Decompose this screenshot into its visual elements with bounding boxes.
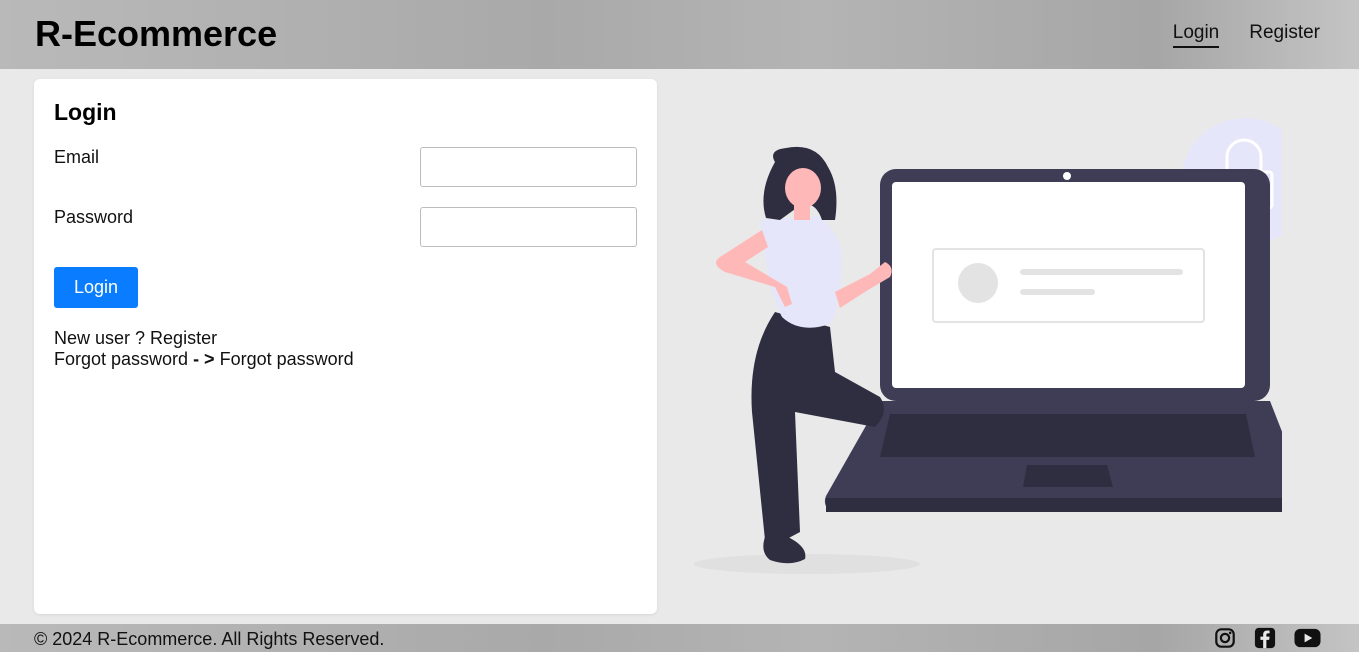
youtube-icon[interactable] bbox=[1294, 628, 1321, 648]
brand-logo-text[interactable]: R-Ecommerce bbox=[35, 13, 277, 55]
forgot-password-text: Forgot password bbox=[54, 349, 194, 369]
site-header: R-Ecommerce Login Register bbox=[0, 0, 1359, 69]
site-footer: © 2024 R-Ecommerce. All Rights Reserved. bbox=[0, 624, 1359, 652]
facebook-icon[interactable] bbox=[1254, 627, 1276, 649]
instagram-icon[interactable] bbox=[1214, 627, 1236, 649]
nav-register-link[interactable]: Register bbox=[1249, 22, 1320, 48]
new-user-text: New user ? bbox=[54, 328, 151, 348]
login-illustration bbox=[690, 112, 1309, 577]
login-card: Login Email Password Login New user ? Re… bbox=[34, 79, 657, 614]
password-label: Password bbox=[54, 207, 134, 227]
social-links bbox=[1214, 627, 1321, 649]
login-submit-button[interactable]: Login bbox=[54, 267, 138, 308]
login-title: Login bbox=[54, 99, 117, 125]
top-nav: Login Register bbox=[1172, 22, 1320, 48]
forgot-password-link[interactable]: Forgot password bbox=[215, 349, 354, 369]
new-user-line: New user ? Register bbox=[54, 328, 354, 349]
woman-laptop-illustration bbox=[694, 118, 1309, 574]
email-field[interactable] bbox=[420, 147, 637, 187]
auth-links: New user ? Register Forgot password - > … bbox=[54, 328, 354, 370]
copyright-text: © 2024 R-Ecommerce. All Rights Reserved. bbox=[34, 629, 385, 649]
nav-login-link[interactable]: Login bbox=[1172, 22, 1220, 48]
register-link[interactable]: Register bbox=[150, 328, 217, 348]
forgot-arrow: - > bbox=[193, 349, 215, 369]
email-label: Email bbox=[54, 147, 100, 167]
password-field[interactable] bbox=[420, 207, 637, 247]
forgot-password-line: Forgot password - > Forgot password bbox=[54, 349, 354, 370]
